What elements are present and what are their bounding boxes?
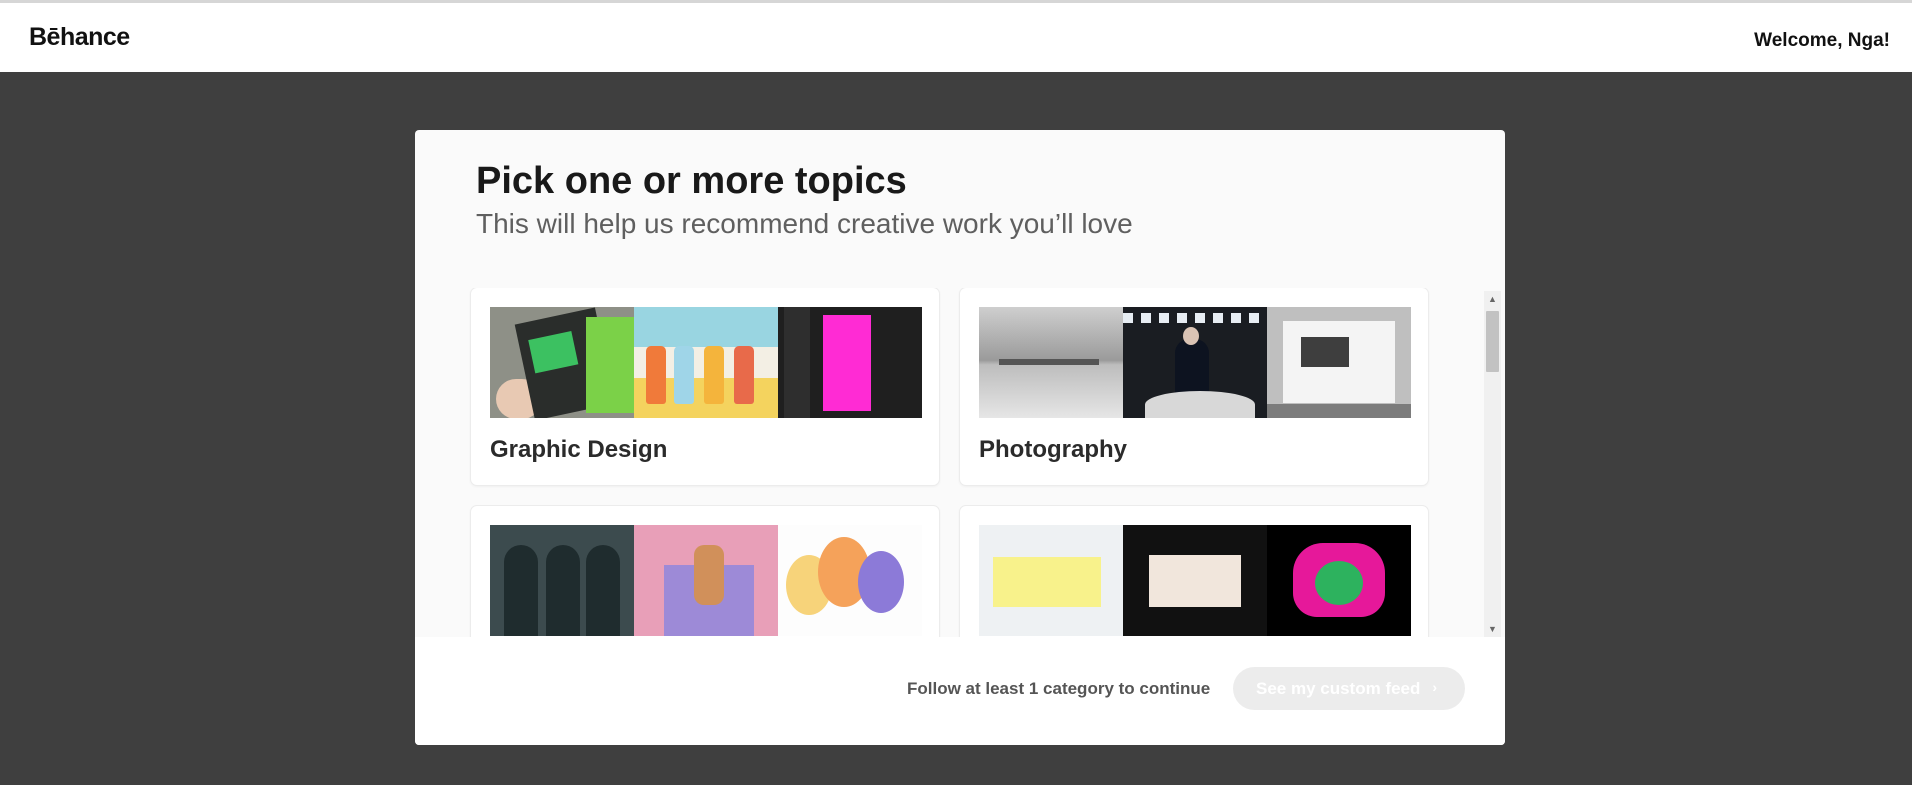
thumbnail-image [979, 307, 1123, 418]
thumbnail-image [1267, 525, 1411, 636]
thumbnail-image [634, 525, 778, 636]
top-bar: Bēhance Welcome, Nga! [0, 0, 1912, 72]
scroll-up-arrow-icon[interactable]: ▲ [1484, 291, 1501, 308]
see-custom-feed-button[interactable]: See my custom feed › [1233, 667, 1465, 710]
scroll-down-arrow-icon[interactable]: ▼ [1484, 621, 1501, 638]
modal-title: Pick one or more topics [476, 160, 907, 202]
topic-thumbnails [979, 525, 1411, 636]
topic-thumbnails [490, 307, 922, 418]
chevron-right-icon: › [1432, 679, 1437, 695]
welcome-message[interactable]: Welcome, Nga! [1754, 30, 1890, 52]
topic-grid: Graphic Design Photography [415, 288, 1505, 667]
topic-thumbnails [979, 307, 1411, 418]
topic-picker-modal: Pick one or more topics This will help u… [415, 130, 1505, 745]
topic-card-graphic-design[interactable]: Graphic Design [471, 288, 939, 485]
topic-label: Graphic Design [490, 436, 668, 463]
behance-logo[interactable]: Bēhance [29, 23, 130, 52]
topic-thumbnails [490, 525, 922, 636]
thumbnail-image [778, 307, 922, 418]
cta-label: See my custom feed [1256, 678, 1421, 698]
thumbnail-image [979, 525, 1123, 636]
modal-subtitle: This will help us recommend creative wor… [476, 208, 1133, 239]
thumbnail-image [634, 307, 778, 418]
thumbnail-image [778, 525, 922, 636]
modal-footer: Follow at least 1 category to continue S… [415, 637, 1505, 745]
topic-label: Photography [979, 436, 1127, 463]
follow-requirement-note: Follow at least 1 category to continue [907, 679, 1211, 698]
topic-card-photography[interactable]: Photography [960, 288, 1428, 485]
thumbnail-image [490, 525, 634, 636]
thumbnail-image [490, 307, 634, 418]
thumbnail-image [1267, 307, 1411, 418]
topic-grid-scrollbar[interactable]: ▲ ▼ [1484, 291, 1501, 638]
thumbnail-image [1123, 525, 1267, 636]
scrollbar-thumb[interactable] [1486, 311, 1499, 372]
thumbnail-image [1123, 307, 1267, 418]
